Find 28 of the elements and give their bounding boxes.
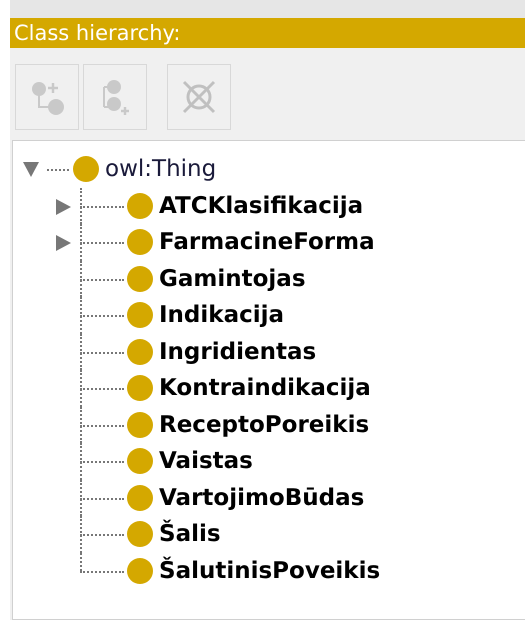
class-icon [127,338,153,365]
class-icon [127,229,153,256]
class-icon [127,558,153,584]
tree-item[interactable]: ATCKlasifikacija [159,188,364,223]
collapsed-arrow-icon[interactable] [53,196,73,216]
tree-item[interactable]: ŠalutinisPoveikis [159,554,380,588]
class-icon [127,266,153,292]
tree-item[interactable]: Gamintojas [159,262,306,296]
panel-title: Class hierarchy: [10,18,525,48]
class-icon [127,302,153,328]
class-icon [73,156,99,182]
class-icon [127,448,153,474]
collapsed-arrow-icon[interactable] [53,233,73,253]
tree-item[interactable]: owl:Thing [105,152,216,186]
class-icon [127,375,153,402]
tree-item[interactable]: FarmacineForma [159,225,375,260]
tree-item[interactable]: Kontraindikacija [159,371,371,406]
class-icon [127,192,153,219]
class-icon [127,484,153,511]
class-icon [127,521,153,548]
tree-item[interactable]: Šalis [159,517,221,552]
tree-item[interactable]: VartojimoBūdas [159,480,364,515]
tree-item[interactable]: Indikacija [159,298,284,332]
tree-item[interactable]: ReceptoPoreikis [159,408,370,442]
class-icon [127,412,153,438]
expanded-arrow-icon[interactable] [21,159,41,180]
tree-item[interactable]: Ingridientas [159,334,316,369]
tree-item[interactable]: Vaistas [159,444,253,478]
